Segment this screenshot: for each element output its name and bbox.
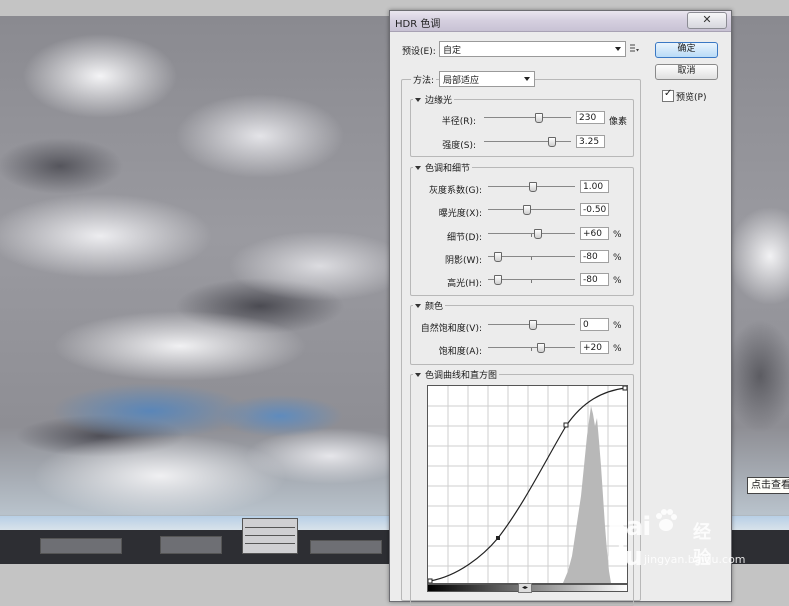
method-value: 局部适应 [443, 76, 480, 86]
curve-title[interactable]: 色调曲线和直方图 [413, 368, 500, 381]
method-select[interactable]: 局部适应 [439, 71, 535, 87]
slider-thumb[interactable] [533, 229, 542, 239]
paw-icon [656, 509, 677, 531]
highlight-unit: % [613, 276, 622, 286]
tone-curve-editor[interactable] [427, 385, 628, 584]
building [40, 538, 122, 554]
building [310, 540, 382, 554]
gamma-slider[interactable] [488, 182, 575, 192]
vibrance-slider[interactable] [488, 320, 575, 330]
preset-label: 预设(E): [402, 47, 436, 57]
radius-slider[interactable] [484, 113, 571, 123]
tone-detail-title[interactable]: 色调和细节 [413, 161, 473, 174]
highlight-slider[interactable] [488, 275, 575, 285]
slider-thumb[interactable] [528, 182, 537, 192]
cancel-button[interactable]: 取消 [655, 64, 718, 80]
collapse-triangle-icon [415, 166, 421, 170]
detail-label: 细节(D): [447, 233, 482, 243]
chevron-down-icon [524, 77, 530, 81]
vibrance-input[interactable]: 0 [580, 318, 609, 331]
collapse-triangle-icon [415, 373, 421, 377]
dialog-title: HDR 色调 [395, 19, 441, 30]
curve-point [496, 536, 500, 540]
saturation-slider[interactable] [488, 343, 575, 353]
shadow-label: 阴影(W): [445, 256, 482, 266]
slider-thumb[interactable] [534, 113, 543, 123]
slider-thumb[interactable] [537, 343, 546, 353]
slider-thumb[interactable] [523, 205, 532, 215]
shadow-input[interactable]: -80 [580, 250, 609, 263]
preview-label: 预览(P) [676, 93, 707, 103]
method-label: 方法: [411, 73, 437, 86]
edge-glow-title[interactable]: 边缘光 [413, 93, 455, 106]
highlight-label: 高光(H): [447, 279, 482, 289]
exposure-slider[interactable] [488, 205, 575, 215]
curve-scroll-handle[interactable]: ◂▸ [518, 583, 532, 593]
slider-thumb[interactable] [528, 320, 537, 330]
saturation-input[interactable]: +20 [580, 341, 609, 354]
gamma-input[interactable]: 1.00 [580, 180, 609, 193]
detail-unit: % [613, 230, 622, 240]
slider-thumb[interactable] [547, 137, 556, 147]
vibrance-label: 自然饱和度(V): [420, 324, 482, 334]
slider-thumb[interactable] [493, 275, 502, 285]
highlight-input[interactable]: -80 [580, 273, 609, 286]
chevron-down-icon [615, 47, 621, 51]
detail-input[interactable]: +60 [580, 227, 609, 240]
collapse-triangle-icon [415, 98, 421, 102]
vibrance-unit: % [613, 321, 622, 331]
strength-input[interactable]: 3.25 [576, 135, 605, 148]
exposure-input[interactable]: -0.50 [580, 203, 609, 216]
checkmark-icon: ✓ [664, 88, 673, 99]
collapse-triangle-icon [415, 304, 421, 308]
close-button[interactable]: ✕ [687, 12, 727, 29]
histogram [563, 406, 611, 583]
curve-graph[interactable] [428, 386, 627, 583]
dialog-titlebar[interactable]: HDR 色调 ✕ [390, 11, 731, 32]
shadow-slider[interactable] [488, 252, 575, 262]
preview-checkbox[interactable]: ✓ [662, 88, 674, 102]
saturation-unit: % [613, 344, 622, 354]
slider-thumb[interactable] [493, 252, 502, 262]
shadow-unit: % [613, 253, 622, 263]
saturation-label: 饱和度(A): [438, 347, 482, 357]
watermark-url: jingyan.baidu.com [644, 553, 746, 566]
curve-point [563, 422, 569, 428]
preset-value: 自定 [443, 46, 462, 56]
radius-unit: 像素 [609, 117, 628, 127]
ok-button[interactable]: 确定 [655, 42, 718, 58]
preset-options-icon[interactable] [629, 43, 639, 53]
tooltip: 点击查看 [747, 477, 789, 494]
exposure-label: 曝光度(X): [438, 209, 482, 219]
building [242, 518, 298, 554]
radius-input[interactable]: 230 [576, 111, 605, 124]
curve-point [622, 386, 627, 391]
color-title[interactable]: 颜色 [413, 299, 446, 312]
preset-select[interactable]: 自定 [439, 41, 626, 57]
building [160, 536, 222, 554]
strength-slider[interactable] [484, 137, 571, 147]
gamma-label: 灰度系数(G): [428, 186, 482, 196]
radius-label: 半径(R): [441, 117, 476, 127]
curve-point [428, 578, 433, 583]
detail-slider[interactable] [488, 229, 575, 239]
strength-label: 强度(S): [442, 141, 476, 151]
